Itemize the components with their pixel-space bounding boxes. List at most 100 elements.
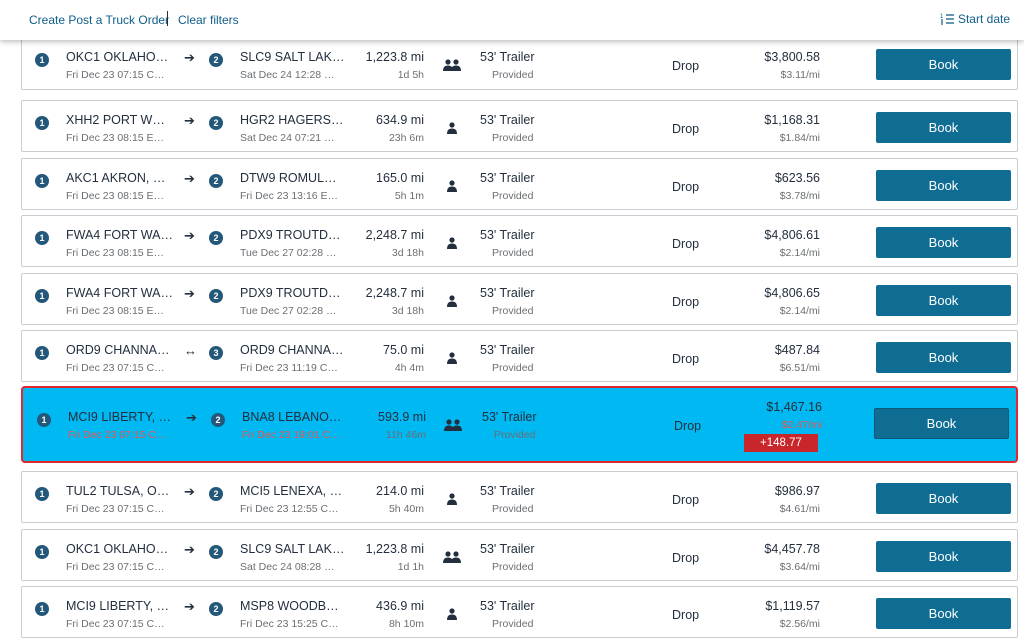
book-button[interactable]: Book (876, 49, 1011, 80)
trailer-type: 53' Trailer (480, 171, 535, 185)
rate-per-mile: $2.14/mi (779, 247, 820, 259)
origin-time: Fri Dec 23 07:15 C… (66, 503, 165, 515)
trailer-type: 53' Trailer (480, 113, 535, 127)
origin-stop-badge: 1 (35, 174, 49, 188)
load-price: $487.84 (774, 343, 820, 357)
duration: 23h 6m (388, 132, 424, 144)
trailer-type: 53' Trailer (480, 50, 535, 64)
duration: 4h 4m (394, 362, 424, 374)
duration: 5h 1m (394, 190, 424, 202)
destination-facility: BNA8 LEBANO… (242, 410, 342, 424)
load-price: $1,119.57 (765, 599, 820, 613)
solo-driver-icon (446, 351, 458, 369)
trailer-provided: Provided (492, 561, 534, 573)
sort-start-date-button[interactable]: 1 Start date (940, 12, 1010, 26)
load-price: $1,168.31 (764, 113, 820, 127)
destination-facility: HGR2 HAGERS… (240, 113, 344, 127)
book-button[interactable]: Book (876, 170, 1011, 201)
route-arrow-icon: ➔ (186, 410, 197, 425)
trailer-provided: Provided (492, 362, 534, 374)
load-row[interactable]: 1 TUL2 TULSA, O… Fri Dec 23 07:15 C… ➔ 2 MCI5… (21, 471, 1018, 523)
price-increase-badge: +148.77 (744, 434, 818, 452)
load-price: $1,467.16 (766, 400, 822, 414)
toolbar-divider (167, 11, 168, 26)
duration: 1d 5h (397, 69, 424, 81)
book-button[interactable]: Book (876, 285, 1011, 316)
route-arrow-icon: ➔ (184, 113, 195, 128)
origin-time: Fri Dec 23 08:15 E… (66, 190, 165, 202)
trailer-provided: Provided (492, 190, 534, 202)
book-button[interactable]: Book (876, 342, 1011, 373)
load-price: $623.56 (774, 171, 820, 185)
trailer-type: 53' Trailer (480, 599, 535, 613)
book-button[interactable]: Book (876, 598, 1011, 629)
solo-driver-icon (446, 236, 458, 254)
destination-stop-badge: 2 (209, 231, 223, 245)
load-row[interactable]: 1 MCI9 LIBERTY, … Fri Dec 23 07:15 C… ➔ 2 BNA… (21, 386, 1018, 463)
load-row[interactable]: 1 MCI9 LIBERTY, … Fri Dec 23 07:15 C… ➔ 2 MSP… (21, 586, 1018, 638)
drop-type: Drop (672, 551, 700, 565)
book-button[interactable]: Book (874, 408, 1009, 439)
distance: 2,248.7 mi (365, 286, 424, 300)
book-button[interactable]: Book (876, 112, 1011, 143)
destination-stop-badge: 2 (209, 602, 223, 616)
load-price: $986.97 (774, 484, 820, 498)
sort-label: Start date (957, 12, 1010, 26)
load-row[interactable]: 1 AKC1 AKRON, … Fri Dec 23 08:15 E… ➔ 2 DTW9 … (21, 158, 1018, 210)
duration: 3d 18h (391, 247, 424, 259)
drop-type: Drop (672, 493, 700, 507)
drop-type: Drop (672, 352, 700, 366)
trailer-provided: Provided (492, 503, 534, 515)
rate-per-mile: $4.61/mi (779, 503, 820, 515)
destination-time: Fri Dec 23 11:19 C… (240, 362, 338, 374)
load-row[interactable]: 1 XHH2 PORT W… Fri Dec 23 08:15 E… ➔ 2 HGR2 H… (21, 100, 1018, 152)
distance: 214.0 mi (376, 484, 424, 498)
route-arrow-icon: ➔ (184, 542, 195, 557)
create-post-truck-order-link[interactable]: Create Post a Truck Order (29, 13, 169, 27)
origin-time: Fri Dec 23 08:15 E… (66, 132, 165, 144)
load-row[interactable]: 1 OKC1 OKLAHO… Fri Dec 23 07:15 C… ➔ 2 SLC9 S… (21, 40, 1018, 90)
destination-time: Sat Dec 24 07:21 … (240, 132, 335, 144)
destination-time: Tue Dec 27 02:28 … (240, 247, 337, 259)
load-row[interactable]: 1 FWA4 FORT WA… Fri Dec 23 08:15 E… ➔ 2 PDX9 … (21, 273, 1018, 325)
origin-facility: OKC1 OKLAHO… (66, 542, 169, 556)
destination-time: Fri Dec 23 19:01 C… (242, 429, 341, 441)
load-row[interactable]: 1 OKC1 OKLAHO… Fri Dec 23 07:15 C… ➔ 2 SLC9 S… (21, 529, 1018, 581)
book-button[interactable]: Book (876, 227, 1011, 258)
solo-driver-icon (446, 492, 458, 510)
drop-type: Drop (672, 295, 700, 309)
drop-type: Drop (672, 122, 700, 136)
destination-time: Fri Dec 23 13:16 E… (240, 190, 339, 202)
origin-time: Fri Dec 23 07:15 C… (68, 429, 167, 441)
drop-type: Drop (672, 180, 700, 194)
load-row[interactable]: 1 FWA4 FORT WA… Fri Dec 23 08:15 E… ➔ 2 PDX9 … (21, 215, 1018, 267)
origin-facility: FWA4 FORT WA… (66, 228, 173, 242)
origin-facility: TUL2 TULSA, O… (66, 484, 170, 498)
clear-filters-link[interactable]: Clear filters (178, 13, 239, 27)
destination-facility: PDX9 TROUTD… (240, 286, 341, 300)
duration: 8h 10m (388, 618, 424, 630)
rate-per-mile: $3.64/mi (779, 561, 820, 573)
duration: 3d 18h (391, 305, 424, 317)
rate-per-mile: $2.47/mi (781, 419, 822, 431)
origin-stop-badge: 1 (35, 545, 49, 559)
rate-per-mile: $3.78/mi (779, 190, 820, 202)
rate-per-mile: $2.14/mi (779, 305, 820, 317)
trailer-provided: Provided (492, 305, 534, 317)
origin-time: Fri Dec 23 07:15 C… (66, 561, 165, 573)
load-row[interactable]: 1 ORD9 CHANNA… Fri Dec 23 07:15 C… ↔ 3 ORD9 C… (21, 330, 1018, 382)
rate-per-mile: $1.84/mi (779, 132, 820, 144)
team-driver-icon (442, 550, 462, 568)
destination-facility: SLC9 SALT LAK… (240, 542, 345, 556)
load-price: $4,457.78 (764, 542, 820, 556)
origin-time: Fri Dec 23 07:15 C… (66, 362, 165, 374)
distance: 165.0 mi (376, 171, 424, 185)
origin-stop-badge: 1 (35, 602, 49, 616)
origin-stop-badge: 1 (37, 413, 51, 427)
book-button[interactable]: Book (876, 541, 1011, 572)
destination-time: Fri Dec 23 15:25 C… (240, 618, 339, 630)
top-toolbar: Create Post a Truck Order Clear filters … (0, 0, 1024, 40)
book-button[interactable]: Book (876, 483, 1011, 514)
destination-time: Fri Dec 23 12:55 C… (240, 503, 339, 515)
destination-facility: MCI5 LENEXA, … (240, 484, 343, 498)
